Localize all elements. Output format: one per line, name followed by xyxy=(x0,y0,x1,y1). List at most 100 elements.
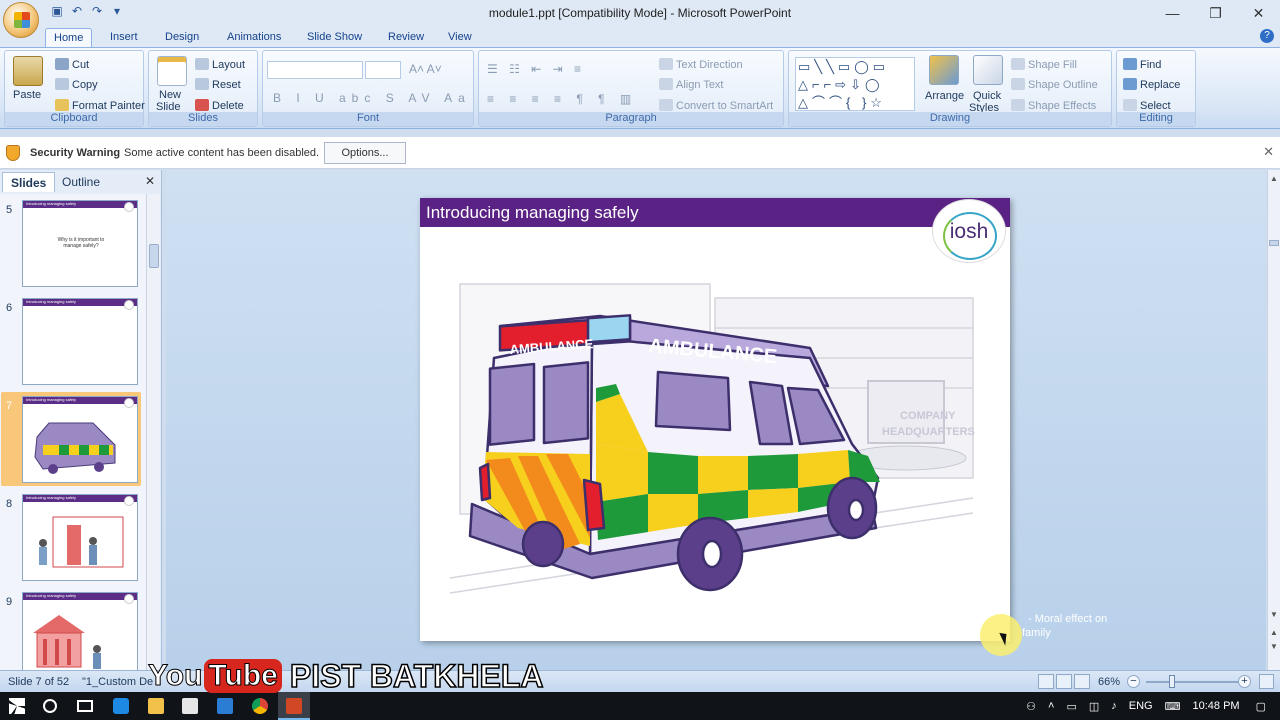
tab-outline[interactable]: Outline xyxy=(54,172,108,192)
replace-button[interactable]: Replace xyxy=(1123,78,1180,91)
reset-button[interactable]: Reset xyxy=(195,78,241,91)
slide-thumbnail-5[interactable]: Introducing managing safely Why is it im… xyxy=(22,200,138,287)
scroll-thumb[interactable] xyxy=(1269,240,1279,246)
tab-insert[interactable]: Insert xyxy=(102,28,146,47)
restore-button[interactable]: ❐ xyxy=(1194,0,1237,26)
office-button[interactable] xyxy=(3,2,39,38)
close-button[interactable]: ✕ xyxy=(1237,0,1280,26)
quick-styles-icon xyxy=(973,55,1003,85)
slideshow-view-icon[interactable] xyxy=(1074,674,1090,689)
tab-home[interactable]: Home xyxy=(45,28,93,47)
reset-icon xyxy=(195,78,209,90)
options-button[interactable]: Options... xyxy=(324,142,406,164)
chrome-icon[interactable] xyxy=(252,698,268,714)
panel-scroll-thumb[interactable] xyxy=(149,244,159,268)
delete-button[interactable]: Delete xyxy=(195,99,244,112)
convert-smartart-button[interactable]: Convert to SmartArt xyxy=(659,99,773,112)
reset-label: Reset xyxy=(212,79,241,91)
new-slide-button[interactable]: New xyxy=(159,89,181,101)
slide-thumbnail-7[interactable]: Introducing managing safely xyxy=(22,396,138,483)
zoom-slider-knob[interactable] xyxy=(1169,675,1175,688)
font-group-label: Font xyxy=(263,112,473,126)
thumb-logo xyxy=(124,202,134,212)
slide-thumbnail-8[interactable]: Introducing managing safely xyxy=(22,494,138,581)
align-text-button[interactable]: Align Text xyxy=(659,78,724,91)
select-label: Select xyxy=(1140,100,1171,112)
tab-design[interactable]: Design xyxy=(157,28,207,47)
text-direction-button[interactable]: Text Direction xyxy=(659,58,743,71)
shape-effects-button[interactable]: Shape Effects xyxy=(1011,99,1096,112)
scroll-up-icon[interactable]: ▲ xyxy=(1270,174,1278,183)
shapes-gallery[interactable]: ▭╲╲▭◯▭ △⌐⌐⇨⇩◯ △⌒⌒{ }☆ xyxy=(795,57,915,111)
zoom-level[interactable]: 66% xyxy=(1098,676,1120,688)
volume-icon[interactable]: ♪ xyxy=(1111,700,1117,712)
person-icon[interactable]: ⚇ xyxy=(1026,700,1036,713)
fit-to-window-icon[interactable] xyxy=(1259,674,1274,689)
copy-button[interactable]: Copy xyxy=(55,78,98,91)
paragraph-group-label: Paragraph xyxy=(479,112,783,126)
store-icon[interactable] xyxy=(182,698,198,714)
language-indicator[interactable]: ENG xyxy=(1129,700,1153,712)
normal-view-icon[interactable] xyxy=(1038,674,1054,689)
previous-slide-icon[interactable]: ▲ xyxy=(1270,628,1278,637)
current-slide[interactable]: Introducing managing safely iosh COMPANY… xyxy=(420,198,1010,641)
chevron-up-icon[interactable]: ˄ xyxy=(1048,700,1054,712)
mail-icon[interactable] xyxy=(217,698,233,714)
help-icon[interactable]: ? xyxy=(1260,29,1274,43)
zoom-slider[interactable] xyxy=(1146,681,1238,683)
zoom-out-icon[interactable]: − xyxy=(1127,675,1140,688)
close-icon[interactable]: ✕ xyxy=(1263,144,1274,160)
edge-browser-icon[interactable] xyxy=(113,698,129,714)
align-buttons[interactable]: ≡ ≡ ≡ ≡ ¶ ¶ ▥ xyxy=(487,92,637,106)
slide-number: 6 xyxy=(6,302,13,314)
vertical-scrollbar[interactable]: ▲ ▼ ▲ ▼ xyxy=(1267,170,1280,670)
layout-button[interactable]: Layout xyxy=(195,58,245,71)
layout-label: Layout xyxy=(212,59,246,71)
slide-sorter-icon[interactable] xyxy=(1056,674,1072,689)
notification-icon[interactable]: ▢ xyxy=(1256,700,1266,713)
system-tray: ⚇ ˄ ▭ ◫ ♪ ENG ⌨ 10:48 PM ▢ xyxy=(1020,692,1280,720)
cut-button[interactable]: Cut xyxy=(55,58,89,71)
quick-styles-button[interactable]: Quick xyxy=(973,90,1001,102)
slide-thumbnail-9[interactable]: Introducing managing safely xyxy=(22,592,138,670)
tab-review[interactable]: Review xyxy=(380,28,432,47)
windows-start-icon[interactable] xyxy=(9,698,25,714)
next-slide-icon[interactable]: ▼ xyxy=(1270,642,1278,651)
tab-view[interactable]: View xyxy=(440,28,480,47)
editing-group-label: Editing xyxy=(1117,112,1195,126)
task-view-icon[interactable] xyxy=(77,700,93,712)
close-panel-icon[interactable]: ✕ xyxy=(145,174,155,188)
font-size-input[interactable] xyxy=(365,61,401,79)
select-button[interactable]: Select xyxy=(1123,99,1171,112)
battery-icon[interactable]: ▭ xyxy=(1066,700,1076,713)
select-cursor-icon xyxy=(1123,99,1137,111)
file-explorer-icon[interactable] xyxy=(148,698,164,714)
font-name-input[interactable] xyxy=(267,61,363,79)
network-icon[interactable]: ◫ xyxy=(1089,700,1099,713)
shape-fill-button[interactable]: Shape Fill xyxy=(1011,58,1077,71)
format-painter-button[interactable]: Format Painter xyxy=(55,99,145,112)
replace-label: Replace xyxy=(1140,79,1181,91)
find-button[interactable]: Find xyxy=(1123,58,1161,71)
window-title: module1.ppt [Compatibility Mode] - Micro… xyxy=(488,6,792,20)
tab-slide-show[interactable]: Slide Show xyxy=(299,28,370,47)
zoom-in-icon[interactable]: + xyxy=(1238,675,1251,688)
thumb-text: Why is it important to manage safely? xyxy=(57,237,105,249)
powerpoint-taskbar-item[interactable] xyxy=(278,692,310,720)
shape-outline-button[interactable]: Shape Outline xyxy=(1011,78,1098,91)
grow-font-icon[interactable]: A˄ A˅ xyxy=(409,62,442,76)
keyboard-icon[interactable]: ⌨ xyxy=(1165,700,1181,713)
arrange-button[interactable]: Arrange xyxy=(925,90,964,102)
list-buttons[interactable]: ☰ ☷ ⇤ ⇥ ≡ xyxy=(487,62,585,76)
slide-thumbnail-6[interactable]: Introducing managing safely xyxy=(22,298,138,385)
minimize-button[interactable]: — xyxy=(1151,0,1194,26)
search-icon[interactable] xyxy=(43,699,57,713)
clock[interactable]: 10:48 PM xyxy=(1193,700,1240,712)
font-format-buttons[interactable]: B I U abc S AV Aa A xyxy=(273,91,494,105)
shape-fill-label: Shape Fill xyxy=(1028,59,1077,71)
paste-button[interactable]: Paste xyxy=(13,89,41,101)
panel-scrollbar[interactable] xyxy=(146,194,160,670)
tab-slides[interactable]: Slides xyxy=(2,172,56,192)
scroll-down-icon[interactable]: ▼ xyxy=(1270,610,1278,619)
tab-animations[interactable]: Animations xyxy=(219,28,289,47)
